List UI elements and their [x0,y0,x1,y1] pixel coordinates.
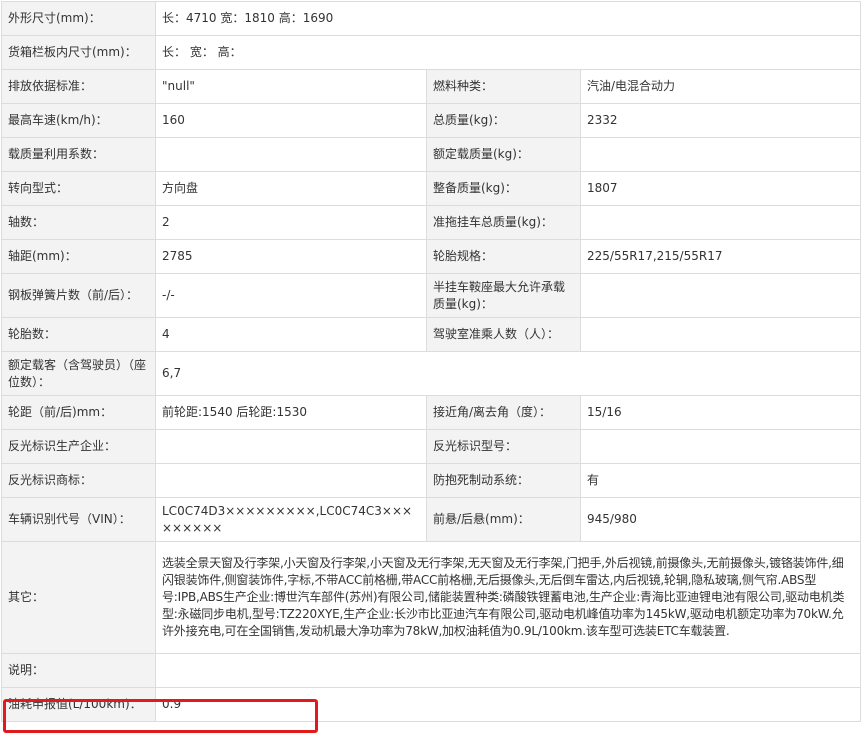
value-wheelbase: 2785 [155,239,427,274]
label-trailer-mass: 准拖挂车总质量(kg)： [426,205,581,240]
label-fuel-consumption: 油耗申报值(L/100km)： [1,687,156,722]
spec-row-vin: 车辆识别代号（VIN）： LC0C74D3×××××××××,LC0C74C3×… [1,497,862,542]
spec-row-other: 其它： 选装全景天窗及行李架,小天窗及行李架,小天窗及无行李架,无天窗及无行李架… [1,541,862,654]
value-max-speed: 160 [155,103,427,138]
value-trailer-mass [579,205,862,240]
spec-row-wheelbase: 轴距(mm)： 2785 轮胎规格： 225/55R17,215/55R17 [1,239,862,274]
label-cargo-box: 货箱栏板内尺寸(mm)： [1,35,156,70]
spec-row-steering: 转向型式： 方向盘 整备质量(kg)： 1807 [1,171,862,206]
label-rated-passengers: 额定载客（含驾驶员）（座位数）： [1,351,156,396]
label-track-width: 轮距（前/后)mm： [1,395,156,430]
value-leaf-springs: -/- [155,273,427,318]
label-leaf-springs: 钢板弹簧片数（前/后）： [1,273,156,318]
value-steering: 方向盘 [155,171,427,206]
label-load-factor: 载质量利用系数： [1,137,156,172]
value-rated-load [579,137,862,172]
label-vin: 车辆识别代号（VIN）： [1,497,156,542]
value-axle-count: 2 [155,205,427,240]
label-tire-count: 轮胎数： [1,317,156,352]
value-other: 选装全景天窗及行李架,小天窗及行李架,小天窗及无行李架,无天窗及无行李架,门把手… [154,541,862,654]
label-rated-load: 额定载质量(kg)： [426,137,581,172]
spec-row-emission: 排放依据标准： "null" 燃料种类： 汽油/电混合动力 [1,69,862,104]
label-axle-count: 轴数： [1,205,156,240]
spec-row-seats: 额定载客（含驾驶员）（座位数）： 6,7 [1,351,862,396]
value-reflector-brand [155,463,427,498]
label-approach-departure: 接近角/离去角（度）： [426,395,581,430]
spec-row-reflector-maker: 反光标识生产企业： 反光标识型号： [1,429,862,464]
label-saddle-load: 半挂车鞍座最大允许承载质量(kg)： [426,273,581,318]
label-reflector-maker: 反光标识生产企业： [1,429,156,464]
value-overhang: 945/980 [579,497,862,542]
value-tire-count: 4 [155,317,427,352]
spec-row-reflector-brand: 反光标识商标： 防抱死制动系统： 有 [1,463,862,498]
label-wheelbase: 轴距(mm)： [1,239,156,274]
label-steering: 转向型式： [1,171,156,206]
value-fuel-type: 汽油/电混合动力 [579,69,862,104]
spec-row-cargo-box: 货箱栏板内尺寸(mm)： 长： 宽： 高： [1,35,862,70]
spec-row-dimensions: 外形尺寸(mm)： 长：4710 宽：1810 高：1690 [1,1,862,36]
label-reflector-model: 反光标识型号： [426,429,581,464]
value-total-mass: 2332 [579,103,862,138]
value-tire-spec: 225/55R17,215/55R17 [579,239,862,274]
label-reflector-brand: 反光标识商标： [1,463,156,498]
spec-row-speed: 最高车速(km/h)： 160 总质量(kg)： 2332 [1,103,862,138]
value-notes [154,653,862,688]
value-track-width: 前轮距:1540 后轮距:1530 [155,395,427,430]
label-overhang: 前悬/后悬(mm)： [426,497,581,542]
spec-row-springs: 钢板弹簧片数（前/后）： -/- 半挂车鞍座最大允许承载质量(kg)： [1,273,862,318]
label-notes: 说明： [1,653,156,688]
label-fuel-type: 燃料种类： [426,69,581,104]
value-saddle-load [579,273,862,318]
label-dimensions: 外形尺寸(mm)： [1,1,156,36]
label-cab-capacity: 驾驶室准乘人数（人）： [426,317,581,352]
vehicle-spec-table: 外形尺寸(mm)： 长：4710 宽：1810 高：1690 货箱栏板内尺寸(m… [1,1,862,722]
value-rated-passengers: 6,7 [154,351,862,396]
label-abs: 防抱死制动系统： [426,463,581,498]
value-load-factor [155,137,427,172]
value-reflector-model [579,429,862,464]
value-cab-capacity [579,317,862,352]
value-cargo-box: 长： 宽： 高： [154,35,862,70]
spec-row-notes: 说明： [1,653,862,688]
label-curb-mass: 整备质量(kg)： [426,171,581,206]
spec-row-track: 轮距（前/后)mm： 前轮距:1540 后轮距:1530 接近角/离去角（度）：… [1,395,862,430]
spec-row-load-factor: 载质量利用系数： 额定载质量(kg)： [1,137,862,172]
value-emission-standard: "null" [155,69,427,104]
spec-row-axles: 轴数： 2 准拖挂车总质量(kg)： [1,205,862,240]
value-abs: 有 [579,463,862,498]
value-vin: LC0C74D3×××××××××,LC0C74C3××××××××× [155,497,427,542]
label-other: 其它： [1,541,156,654]
value-fuel-consumption: 0.9 [154,687,862,722]
value-reflector-maker [155,429,427,464]
label-tire-spec: 轮胎规格： [426,239,581,274]
label-total-mass: 总质量(kg)： [426,103,581,138]
value-approach-departure: 15/16 [579,395,862,430]
label-emission-standard: 排放依据标准： [1,69,156,104]
label-max-speed: 最高车速(km/h)： [1,103,156,138]
value-dimensions: 长：4710 宽：1810 高：1690 [154,1,862,36]
value-curb-mass: 1807 [579,171,862,206]
spec-row-fuel-consumption: 油耗申报值(L/100km)： 0.9 [1,687,862,722]
spec-row-tires: 轮胎数： 4 驾驶室准乘人数（人）： [1,317,862,352]
